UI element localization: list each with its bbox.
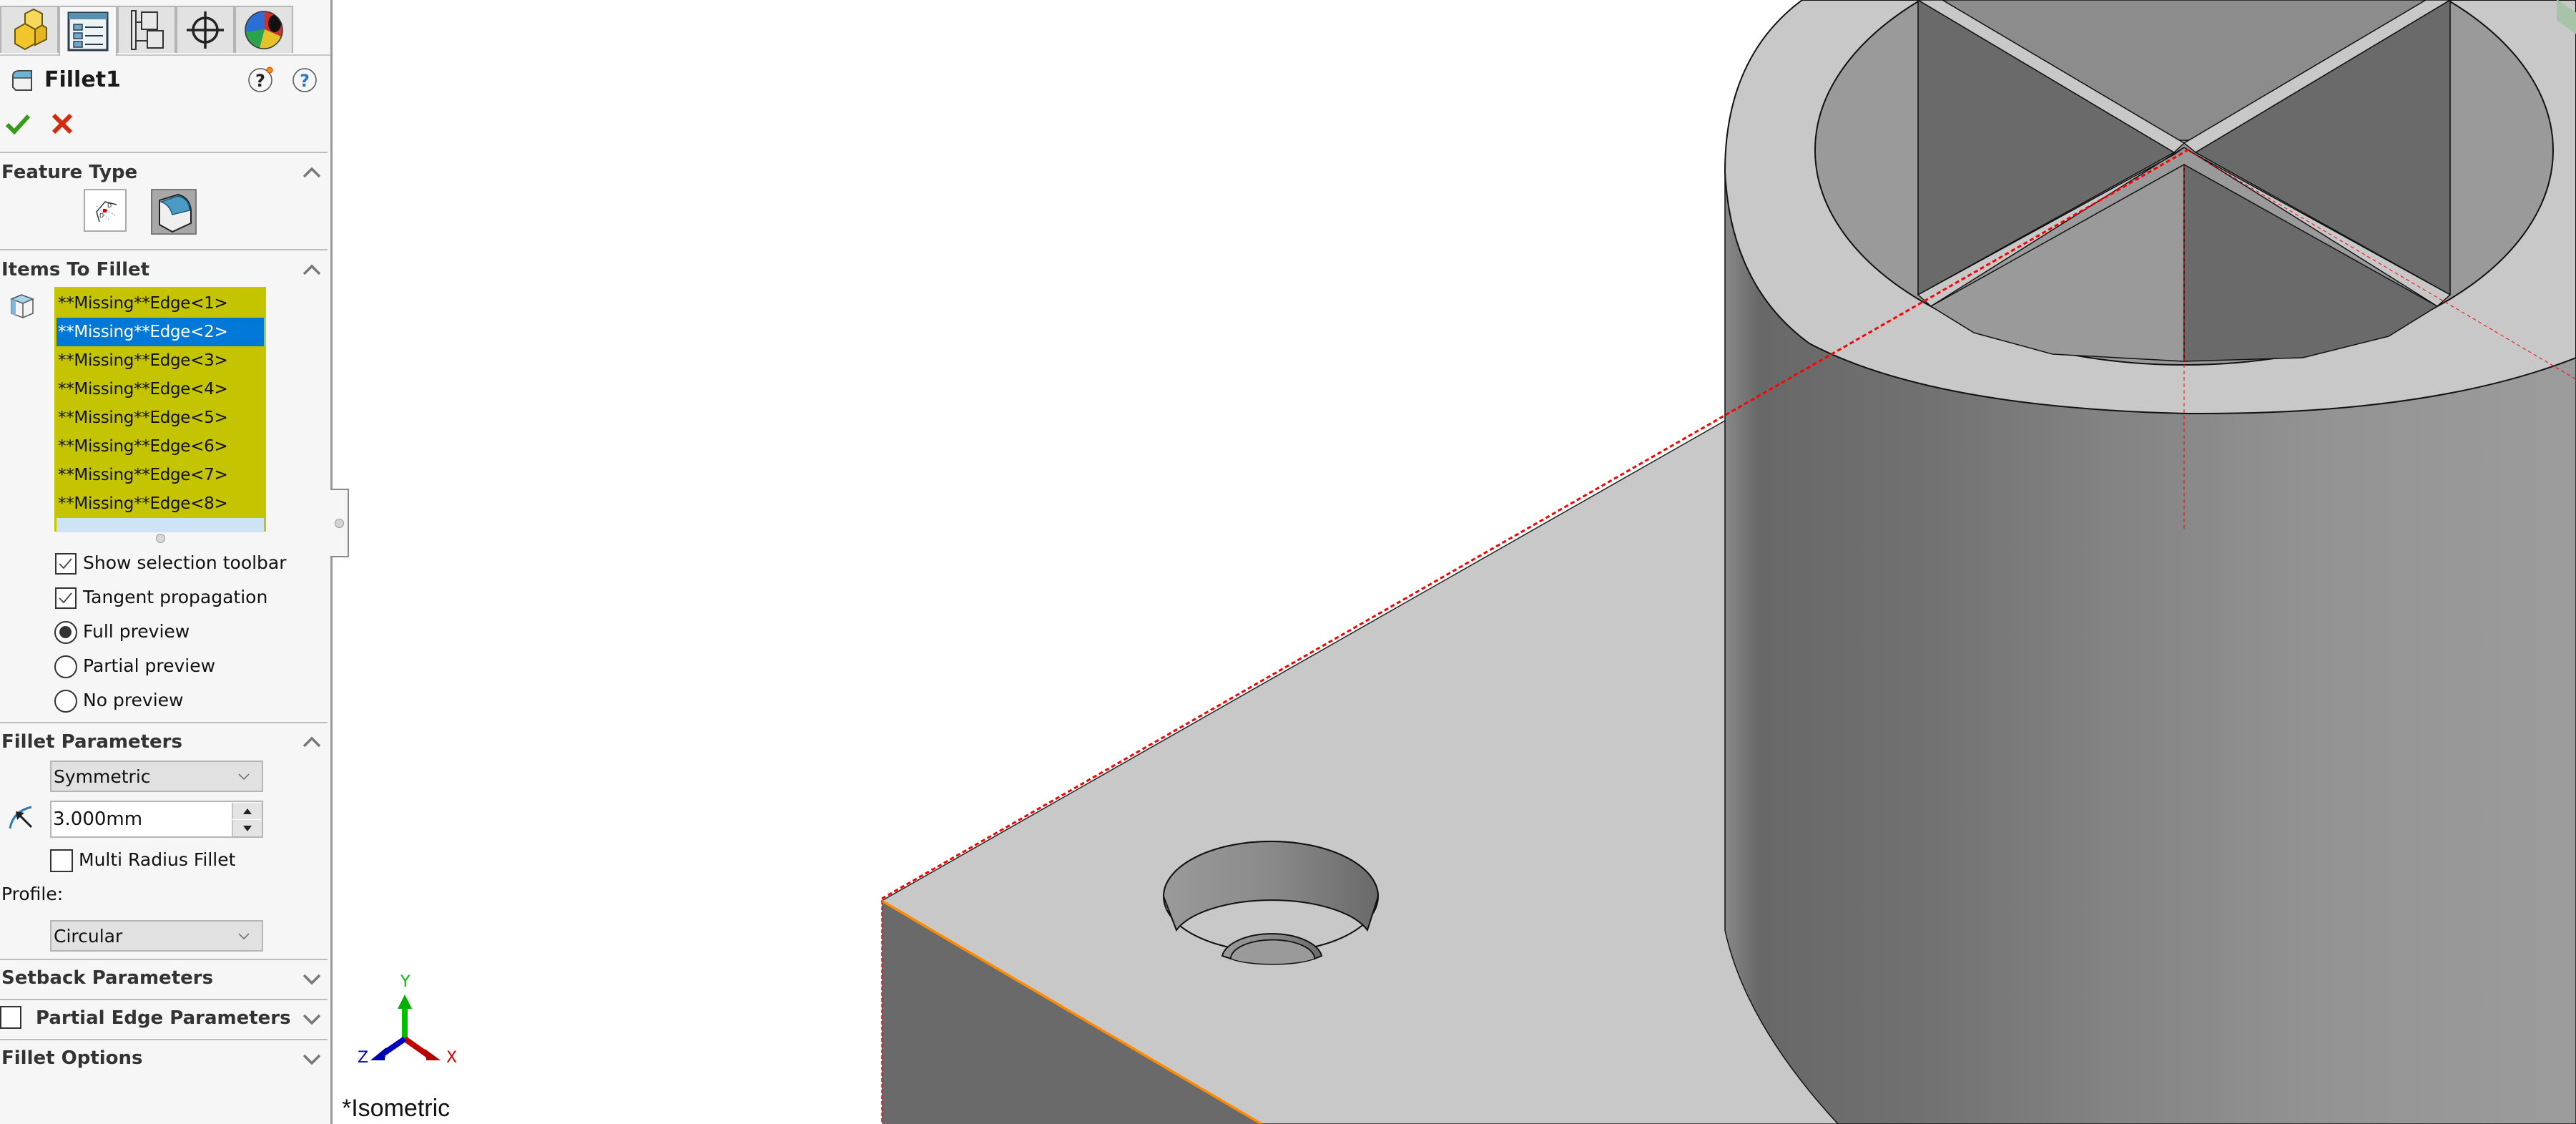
profile-value: Circular bbox=[54, 926, 123, 947]
property-manager-panel: Fillet1 ? ? Feature Type D D Items To Fi… bbox=[0, 0, 333, 1124]
divider bbox=[0, 722, 328, 723]
feature-title: Fillet1 bbox=[44, 67, 121, 92]
dimxpert-crosshair-icon bbox=[187, 11, 224, 49]
arrow-down-icon bbox=[243, 825, 252, 831]
section-setback-parameters-header[interactable]: Setback Parameters bbox=[0, 966, 330, 995]
manager-tabs bbox=[0, 0, 330, 56]
constant-size-fillet-icon: D D bbox=[96, 201, 117, 223]
triad-y-label: Y bbox=[400, 973, 411, 991]
full-preview-label: Full preview bbox=[83, 621, 190, 642]
radius-icon bbox=[9, 806, 33, 829]
radio-dot bbox=[59, 626, 72, 638]
list-item[interactable]: **Missing**Edge<1> bbox=[56, 289, 264, 318]
svg-text:D: D bbox=[99, 212, 104, 219]
chevron-up-icon[interactable] bbox=[302, 260, 322, 280]
divider bbox=[0, 959, 328, 960]
divider bbox=[0, 1039, 328, 1040]
tangent-propagation-checkbox[interactable] bbox=[55, 587, 77, 609]
constant-size-fillet-button[interactable]: D D bbox=[84, 189, 127, 232]
chevron-down-icon bbox=[238, 773, 250, 781]
chevron-down-icon[interactable] bbox=[302, 1049, 322, 1069]
profile-label: Profile: bbox=[1, 884, 64, 904]
section-title: Setback Parameters bbox=[1, 967, 214, 989]
ok-button[interactable] bbox=[6, 113, 30, 135]
configuration-manager-icon bbox=[131, 10, 164, 50]
section-items-to-fillet-header[interactable]: Items To Fillet bbox=[0, 258, 330, 286]
tab-featuremanager[interactable] bbox=[0, 6, 59, 53]
section-title: Feature Type bbox=[1, 162, 138, 183]
partial-preview-radio[interactable] bbox=[54, 655, 77, 678]
full-preview-radio[interactable] bbox=[54, 621, 77, 644]
arrow-up-icon bbox=[243, 808, 252, 814]
divider bbox=[0, 249, 328, 250]
chevron-down-icon[interactable] bbox=[302, 969, 322, 989]
partial-preview-label: Partial preview bbox=[83, 655, 216, 676]
tab-configurationmanager[interactable] bbox=[117, 6, 176, 53]
list-item[interactable]: **Missing**Edge<5> bbox=[56, 404, 264, 432]
chevron-down-icon[interactable] bbox=[302, 1009, 322, 1029]
fillet-icon bbox=[159, 193, 192, 233]
section-fillet-parameters-header[interactable]: Fillet Parameters bbox=[0, 730, 330, 758]
radius-increment-button[interactable] bbox=[232, 803, 262, 819]
svg-text:D: D bbox=[107, 202, 112, 209]
list-item-selected[interactable]: **Missing**Edge<2> bbox=[56, 318, 264, 346]
partial-edge-parameters-checkbox[interactable] bbox=[0, 1006, 21, 1029]
divider bbox=[0, 152, 328, 153]
list-resize-handle[interactable] bbox=[156, 534, 165, 543]
axis-triad bbox=[370, 995, 441, 1060]
section-feature-type-header[interactable]: Feature Type bbox=[0, 160, 330, 189]
section-title: Fillet Parameters bbox=[1, 731, 182, 753]
detailed-help-button[interactable]: ? bbox=[247, 66, 275, 93]
section-title: Partial Edge Parameters bbox=[36, 1007, 291, 1029]
triad-x-label: X bbox=[446, 1049, 458, 1067]
cancel-button[interactable] bbox=[51, 113, 73, 135]
part-icon bbox=[14, 8, 47, 51]
triad-z-label: Z bbox=[358, 1049, 369, 1067]
tab-displaymanager[interactable] bbox=[235, 6, 293, 53]
tab-propertymanager[interactable] bbox=[59, 6, 117, 56]
svg-text:?: ? bbox=[300, 71, 310, 91]
chevron-up-icon[interactable] bbox=[302, 163, 322, 183]
no-preview-radio[interactable] bbox=[54, 690, 77, 713]
divider bbox=[0, 999, 328, 1000]
radius-decrement-button[interactable] bbox=[232, 820, 262, 836]
items-to-fillet-list[interactable]: **Missing**Edge<1> **Missing**Edge<2> **… bbox=[54, 287, 266, 532]
multi-radius-fillet-label: Multi Radius Fillet bbox=[79, 849, 236, 870]
section-title: Items To Fillet bbox=[1, 259, 150, 280]
section-fillet-options-header[interactable]: Fillet Options bbox=[0, 1046, 330, 1075]
list-item[interactable]: **Missing**Edge<6> bbox=[56, 432, 264, 461]
list-item[interactable]: **Missing**Edge<4> bbox=[56, 375, 264, 404]
cylinder-boss[interactable] bbox=[1724, 0, 2576, 1124]
tab-dimxpertmanager[interactable] bbox=[176, 6, 235, 53]
graphics-area[interactable] bbox=[333, 0, 2576, 1124]
list-item[interactable]: **Missing**Edge<7> bbox=[56, 461, 264, 489]
checkmark-icon bbox=[59, 558, 72, 570]
radius-value: 3.000mm bbox=[53, 808, 143, 830]
help-button[interactable]: ? bbox=[292, 66, 319, 93]
display-manager-sphere-icon bbox=[245, 11, 283, 49]
section-title: Fillet Options bbox=[1, 1047, 143, 1069]
chevron-up-icon[interactable] bbox=[302, 733, 322, 753]
show-selection-toolbar-label: Show selection toolbar bbox=[83, 552, 287, 573]
fillet-method-dropdown[interactable]: Symmetric bbox=[50, 761, 263, 792]
tangent-propagation-label: Tangent propagation bbox=[83, 587, 268, 607]
no-preview-label: No preview bbox=[83, 690, 184, 710]
checkmark-icon bbox=[59, 592, 72, 604]
property-manager-icon bbox=[67, 11, 109, 52]
list-item[interactable]: **Missing**Edge<3> bbox=[56, 346, 264, 375]
radius-input[interactable]: 3.000mm bbox=[50, 801, 263, 838]
chevron-down-icon bbox=[238, 933, 250, 940]
show-selection-toolbar-checkbox[interactable] bbox=[55, 553, 77, 575]
profile-dropdown[interactable]: Circular bbox=[50, 920, 263, 952]
fillet-feature-icon bbox=[12, 70, 32, 91]
fillet-method-value: Symmetric bbox=[54, 766, 151, 787]
list-item[interactable]: **Missing**Edge<8> bbox=[56, 489, 264, 518]
svg-text:?: ? bbox=[255, 71, 265, 91]
edge-selection-icon bbox=[10, 294, 34, 318]
list-empty-slot[interactable] bbox=[56, 518, 264, 532]
fillet-type-button[interactable] bbox=[151, 189, 197, 235]
section-partial-edge-parameters-header[interactable]: Partial Edge Parameters bbox=[0, 1006, 330, 1035]
multi-radius-fillet-checkbox[interactable] bbox=[50, 849, 73, 872]
view-orientation-label: *Isometric bbox=[342, 1095, 451, 1122]
